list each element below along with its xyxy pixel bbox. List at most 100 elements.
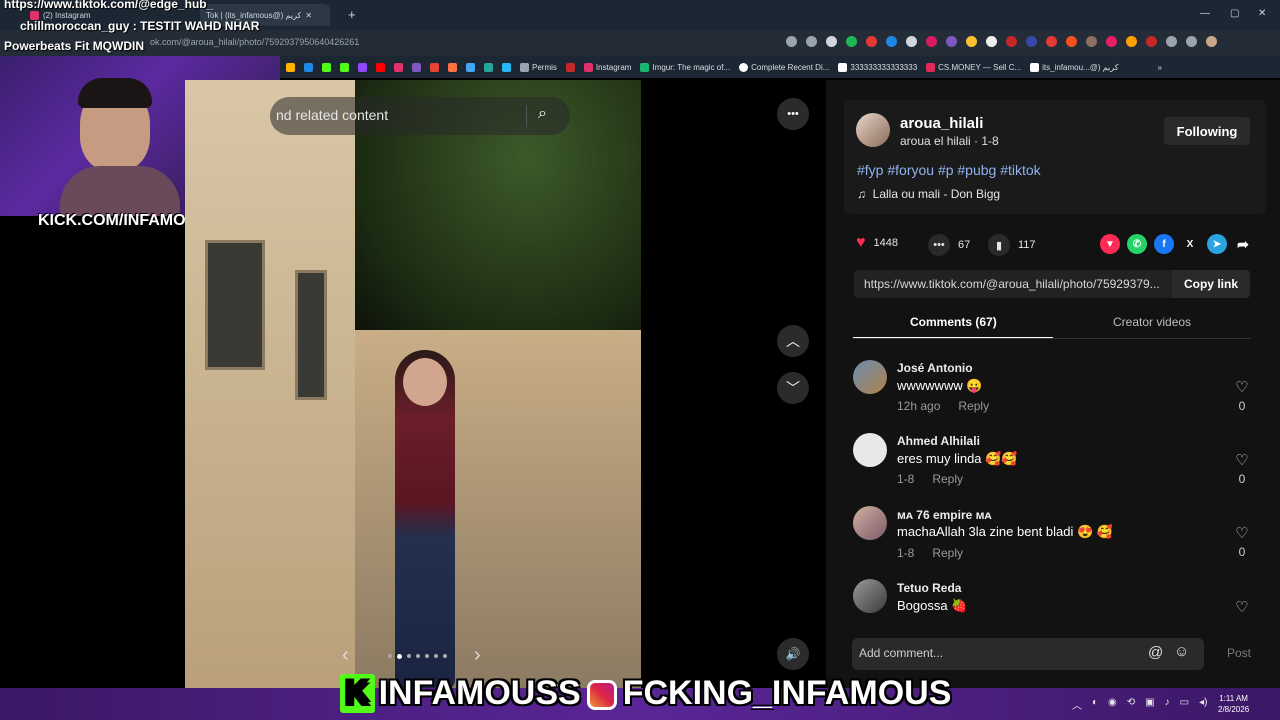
extension-icon[interactable]	[1026, 36, 1037, 47]
bookmark-app-icon[interactable]	[484, 62, 493, 72]
extension-icon[interactable]	[1126, 36, 1137, 47]
extension-icon[interactable]	[966, 36, 977, 47]
puzzle-icon[interactable]	[1166, 36, 1177, 47]
facebook-icon[interactable]: f	[1154, 234, 1174, 254]
like-stat[interactable]: ♥ 1448	[856, 234, 898, 252]
new-tab-button[interactable]: +	[348, 7, 356, 22]
bookmark-item[interactable]: Instagram	[583, 62, 631, 72]
whatsapp-icon[interactable]: ✆	[1127, 234, 1147, 254]
extension-icon[interactable]	[1146, 36, 1157, 47]
extension-icon[interactable]	[846, 36, 857, 47]
bookmark-app-icon[interactable]	[466, 62, 475, 72]
extension-icon[interactable]	[986, 36, 997, 47]
bookmark-app-icon[interactable]	[412, 62, 421, 72]
repost-icon[interactable]: ▼	[1100, 234, 1120, 254]
tray-app-icon[interactable]: ▣	[1145, 697, 1154, 712]
close-window-button[interactable]: ✕	[1258, 8, 1266, 19]
x-icon[interactable]: X	[1180, 234, 1200, 254]
star-icon[interactable]	[826, 36, 837, 47]
tab-creator-videos[interactable]: Creator videos	[1113, 315, 1191, 329]
bookmark-item[interactable]: CS.MONEY — Sell C...	[926, 62, 1021, 72]
bookmark-gmail-icon[interactable]	[430, 62, 439, 72]
extension-icon[interactable]	[866, 36, 877, 47]
tab-comments[interactable]: Comments (67)	[910, 315, 997, 329]
extension-icon[interactable]	[926, 36, 937, 47]
bookmark-app-icon[interactable]	[448, 62, 457, 72]
heart-outline-icon[interactable]: ♡	[1232, 378, 1252, 396]
tray-app-icon[interactable]: ⟲	[1127, 697, 1135, 712]
save-stat[interactable]: ▮ 117	[988, 234, 1036, 256]
extension-icon[interactable]	[906, 36, 917, 47]
volume-button[interactable]: 🔊	[777, 638, 809, 670]
extension-icon[interactable]	[1086, 36, 1097, 47]
author-username[interactable]: aroua_hilali	[900, 115, 983, 132]
previous-post-button[interactable]: ︿	[777, 325, 809, 357]
following-button[interactable]: Following	[1164, 117, 1250, 145]
share-icon[interactable]: ➦	[1233, 234, 1253, 254]
extension-icon[interactable]	[1106, 36, 1117, 47]
music-link[interactable]: ♫ Lalla ou mali - Don Bigg	[857, 187, 1000, 201]
profile-icon[interactable]	[1206, 36, 1217, 47]
heart-outline-icon[interactable]: ♡	[1232, 524, 1252, 542]
comment-author[interactable]: ᴍᴀ 76 empire ᴍᴀ	[897, 508, 992, 522]
url-text[interactable]: ok.com/@aroua_hilali/photo/7592937950640…	[150, 37, 359, 47]
post-photo[interactable]	[185, 80, 641, 688]
extension-icon[interactable]	[946, 36, 957, 47]
avatar[interactable]	[853, 360, 887, 394]
avatar[interactable]	[853, 433, 887, 467]
search-input[interactable]: nd related content	[276, 107, 388, 123]
maximize-button[interactable]: ▢	[1230, 8, 1239, 19]
telegram-icon[interactable]: ➤	[1207, 234, 1227, 254]
avatar[interactable]	[853, 579, 887, 613]
next-post-button[interactable]: ﹀	[777, 372, 809, 404]
bookmark-app-icon[interactable]	[286, 62, 295, 72]
hashtags[interactable]: #fyp #foryou #p #pubg #tiktok	[857, 162, 1041, 178]
bookmark-item[interactable]: Complete Recent Di...	[739, 62, 829, 72]
clock[interactable]: 1:11 AM 2/8/2026	[1218, 693, 1249, 715]
heart-outline-icon[interactable]: ♡	[1232, 598, 1252, 616]
bookmark-item[interactable]	[565, 62, 575, 72]
comment-author[interactable]: José Antonio	[897, 361, 973, 375]
reply-button[interactable]: Reply	[958, 399, 989, 413]
search-bar[interactable]: nd related content ⌕	[270, 97, 570, 135]
comment-input[interactable]: Add comment...	[859, 646, 943, 660]
bookmark-item[interactable]: 333333333333333	[838, 62, 917, 72]
post-button[interactable]: Post	[1227, 646, 1251, 660]
extension-icon[interactable]	[1046, 36, 1057, 47]
heart-outline-icon[interactable]: ♡	[1232, 451, 1252, 469]
avatar[interactable]	[853, 506, 887, 540]
mention-icon[interactable]: @	[1148, 644, 1163, 661]
photo-next-arrow[interactable]: ›	[474, 644, 481, 667]
discord-icon[interactable]: ◉	[1108, 697, 1117, 712]
add-comment-box[interactable]: Add comment... @ ☺	[852, 638, 1204, 670]
speaker-icon[interactable]: ◂)	[1199, 697, 1207, 712]
reply-button[interactable]: Reply	[932, 472, 963, 486]
menu-icon[interactable]	[1186, 36, 1197, 47]
minimize-button[interactable]: —	[1200, 8, 1210, 19]
extension-icon[interactable]	[1006, 36, 1017, 47]
bookmark-item[interactable]: its_infamou...@) كريم	[1030, 62, 1119, 72]
comment-author[interactable]: Tetuo Reda	[897, 581, 961, 595]
bookmark-item[interactable]: Imgur: The magic of...	[640, 62, 730, 72]
comment-author[interactable]: Ahmed Alhilali	[897, 434, 980, 448]
tray-app-icon[interactable]: ◐	[1092, 697, 1098, 712]
bookmark-item[interactable]: Permis	[520, 62, 557, 72]
photo-prev-arrow[interactable]: ‹	[342, 644, 349, 667]
extension-icon[interactable]	[1066, 36, 1077, 47]
comment-stat[interactable]: ••• 67	[928, 234, 970, 256]
microphone-icon[interactable]: ♪	[1165, 697, 1170, 712]
share-link-url[interactable]: https://www.tiktok.com/@aroua_hilali/pho…	[864, 277, 1164, 291]
bookmark-youtube-icon[interactable]	[376, 62, 385, 72]
emoji-icon[interactable]: ☺	[1174, 643, 1189, 660]
bookmark-kick-icon[interactable]	[340, 62, 349, 72]
chevron-up-icon[interactable]: ︿	[1072, 697, 1082, 712]
close-icon[interactable]: ✕	[305, 11, 312, 20]
bookmark-instagram-icon[interactable]	[394, 62, 403, 72]
more-bookmarks-icon[interactable]: »	[1158, 63, 1162, 72]
more-options-button[interactable]: •••	[777, 98, 809, 130]
bookmark-app-icon[interactable]	[502, 62, 511, 72]
avatar[interactable]	[856, 113, 890, 147]
reply-button[interactable]: Reply	[932, 546, 963, 560]
bookmark-twitch-icon[interactable]	[358, 62, 367, 72]
extension-icon[interactable]	[886, 36, 897, 47]
